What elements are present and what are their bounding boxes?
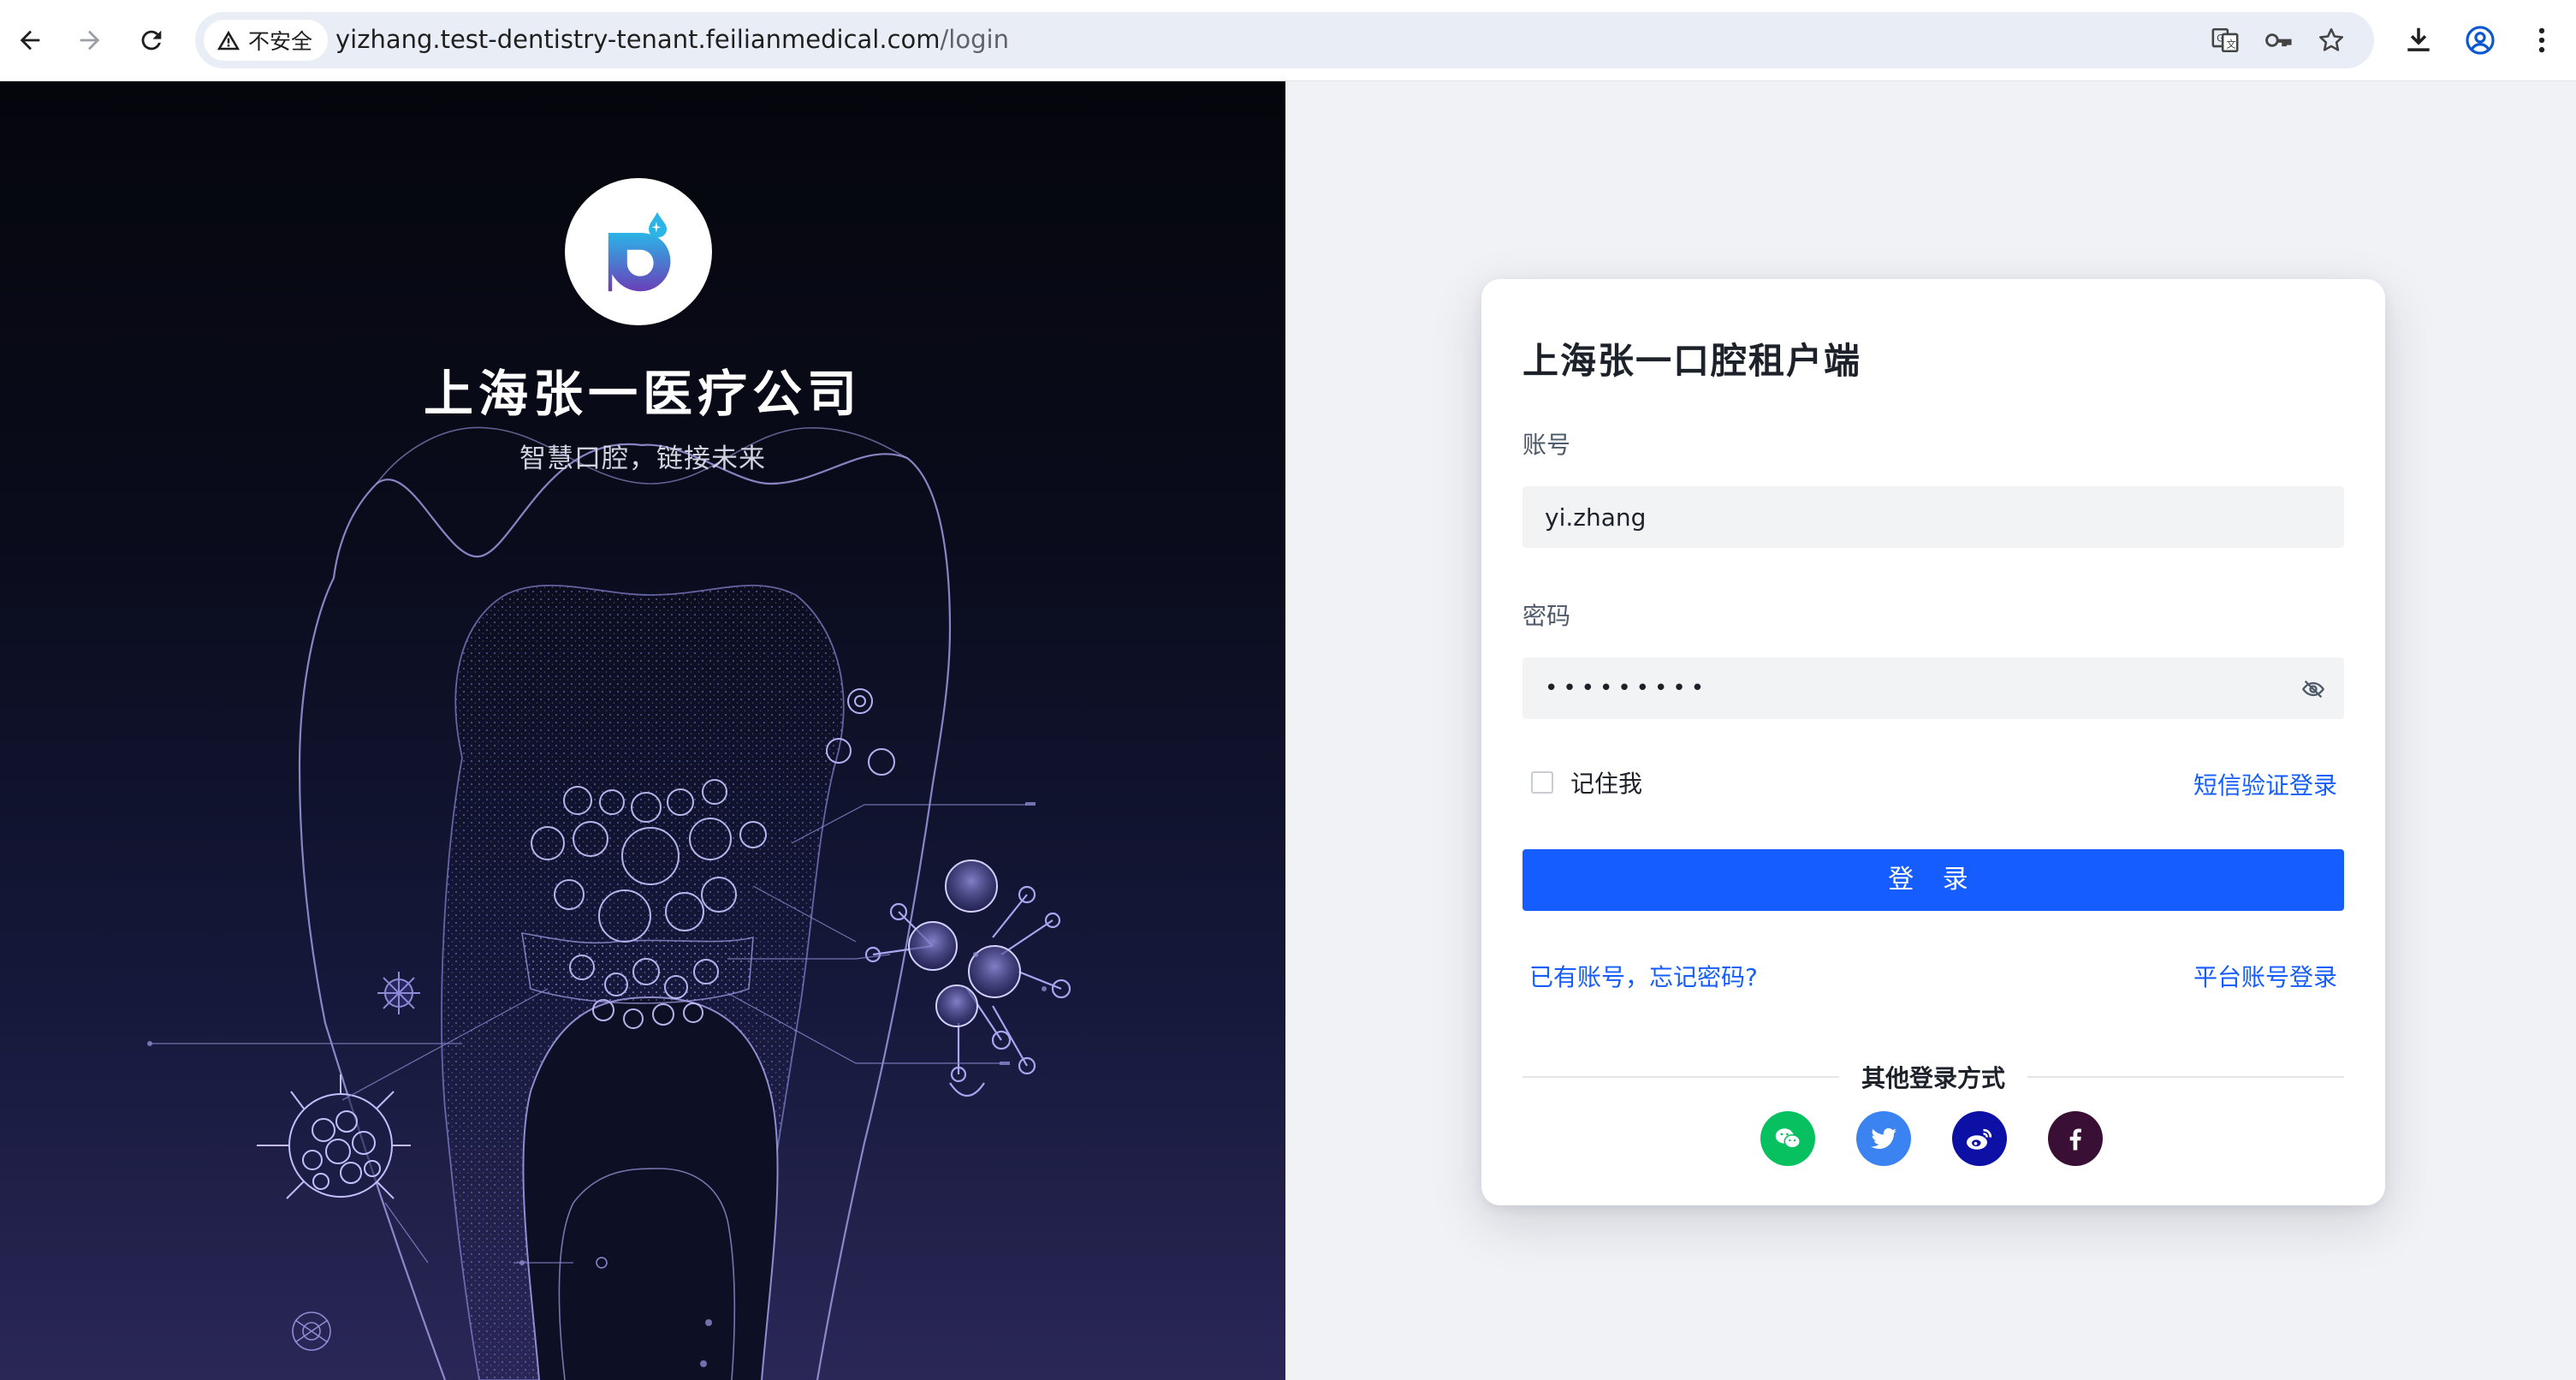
- forgot-password-link[interactable]: 已有账号，忘记密码?: [1529, 959, 1758, 993]
- twitter-icon: [1871, 1127, 1896, 1149]
- profile-button[interactable]: [2460, 21, 2500, 60]
- company-logo: [565, 178, 712, 325]
- remember-me[interactable]: 记住我: [1531, 765, 1642, 800]
- download-button[interactable]: [2399, 21, 2438, 60]
- back-icon: [20, 30, 40, 51]
- other-login-title: 其他登录方式: [1481, 1060, 2385, 1094]
- url-host: yizhang.test-dentistry-tenant.feilianmed…: [335, 25, 941, 54]
- company-slogan: 智慧口腔，链接未来: [519, 443, 766, 474]
- password-key-button[interactable]: [2261, 23, 2295, 57]
- facebook-icon: [2069, 1128, 2081, 1151]
- security-label: 不安全: [248, 29, 313, 54]
- warning-icon: [217, 30, 240, 51]
- profile-icon: [2466, 26, 2495, 55]
- address-bar[interactable]: 不安全 yizhang.test-dentistry-tenant.feilia…: [195, 12, 2374, 68]
- browser-toolbar: 不安全 yizhang.test-dentistry-tenant.feilia…: [0, 0, 2576, 81]
- weibo-login-button[interactable]: [1952, 1111, 2007, 1166]
- account-input[interactable]: [1522, 486, 2344, 548]
- security-chip[interactable]: 不安全: [204, 20, 329, 61]
- eye-off-icon[interactable]: [2301, 677, 2325, 701]
- svg-text:文: 文: [2226, 39, 2235, 51]
- wechat-login-button[interactable]: [1760, 1111, 1815, 1166]
- translate-icon: G文: [2211, 27, 2239, 53]
- weibo-icon: [1967, 1128, 1992, 1150]
- account-field[interactable]: [1522, 486, 2344, 548]
- svg-text:G: G: [2217, 32, 2224, 44]
- login-title: 上海张一口腔租户端: [1522, 340, 1862, 382]
- platform-login-link[interactable]: 平台账号登录: [2193, 959, 2337, 993]
- hero-panel: 上海张一医疗公司 智慧口腔，链接未来: [0, 81, 1285, 1380]
- wechat-icon: [1775, 1128, 1801, 1149]
- url-text[interactable]: yizhang.test-dentistry-tenant.feilianmed…: [335, 25, 1009, 54]
- login-card: 上海张一口腔租户端 账号 密码 记住我 短信验证登录 登 录 已有账号，忘记密码…: [1481, 279, 2385, 1205]
- remember-label: 记住我: [1570, 770, 1643, 798]
- login-button[interactable]: 登 录: [1522, 849, 2344, 911]
- bookmark-button[interactable]: [2314, 23, 2348, 57]
- download-icon: [2407, 27, 2430, 51]
- browser-menu-button[interactable]: [2522, 21, 2561, 60]
- back-button[interactable]: [9, 19, 51, 62]
- password-input[interactable]: [1522, 657, 2344, 719]
- account-label: 账号: [1522, 431, 1571, 459]
- key-icon: [2265, 33, 2292, 47]
- translate-button[interactable]: G文: [2208, 23, 2242, 57]
- company-name: 上海张一医疗公司: [423, 365, 862, 423]
- remember-checkbox[interactable]: [1531, 771, 1553, 794]
- reload-button[interactable]: [130, 19, 173, 62]
- facebook-login-button[interactable]: [2048, 1111, 2103, 1166]
- other-login-title-text: 其他登录方式: [1838, 1064, 2027, 1092]
- reload-icon: [141, 30, 162, 51]
- forward-icon: [80, 30, 100, 51]
- password-field[interactable]: [1522, 657, 2344, 719]
- sms-login-link[interactable]: 短信验证登录: [2193, 767, 2337, 801]
- password-label: 密码: [1522, 602, 1571, 630]
- twitter-login-button[interactable]: [1856, 1111, 1911, 1166]
- star-icon: [2318, 27, 2344, 51]
- menu-icon: [2538, 27, 2545, 53]
- forward-button[interactable]: [68, 19, 111, 62]
- url-path: /login: [940, 25, 1009, 54]
- tooth-logo-icon: [608, 211, 671, 292]
